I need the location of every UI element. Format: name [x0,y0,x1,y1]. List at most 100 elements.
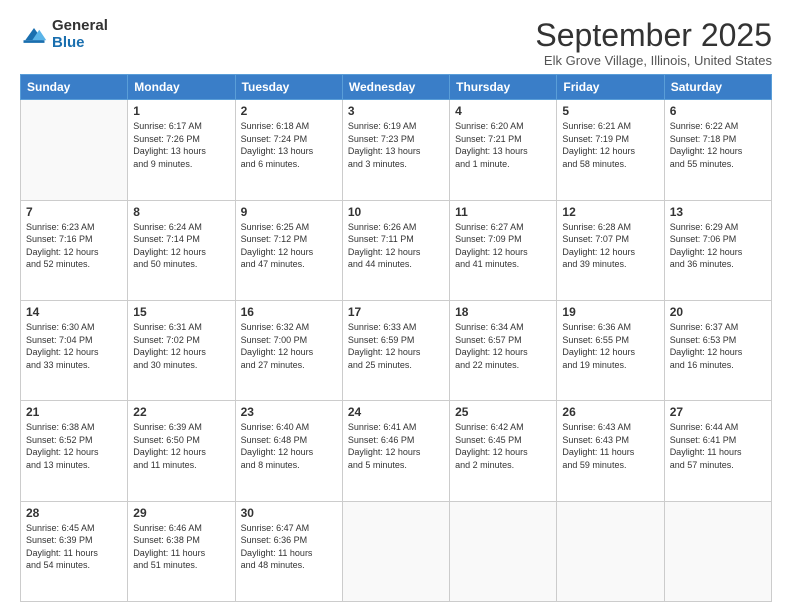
table-row: 8 Sunrise: 6:24 AMSunset: 7:14 PMDaylight… [128,200,235,300]
day-number: 3 [348,104,444,118]
day-info: Sunrise: 6:28 AMSunset: 7:07 PMDaylight:… [562,221,658,271]
day-info: Sunrise: 6:18 AMSunset: 7:24 PMDaylight:… [241,120,337,170]
day-number: 26 [562,405,658,419]
day-info: Sunrise: 6:40 AMSunset: 6:48 PMDaylight:… [241,421,337,471]
table-row: 21 Sunrise: 6:38 AMSunset: 6:52 PMDayligh… [21,401,128,501]
table-row: 5 Sunrise: 6:21 AMSunset: 7:19 PMDaylight… [557,100,664,200]
table-row: 22 Sunrise: 6:39 AMSunset: 6:50 PMDayligh… [128,401,235,501]
table-row: 14 Sunrise: 6:30 AMSunset: 7:04 PMDayligh… [21,300,128,400]
day-number: 19 [562,305,658,319]
day-number: 28 [26,506,122,520]
header-monday: Monday [128,75,235,100]
day-number: 18 [455,305,551,319]
day-info: Sunrise: 6:24 AMSunset: 7:14 PMDaylight:… [133,221,229,271]
table-row [450,501,557,601]
day-info: Sunrise: 6:26 AMSunset: 7:11 PMDaylight:… [348,221,444,271]
table-row: 11 Sunrise: 6:27 AMSunset: 7:09 PMDayligh… [450,200,557,300]
day-info: Sunrise: 6:43 AMSunset: 6:43 PMDaylight:… [562,421,658,471]
table-row: 7 Sunrise: 6:23 AMSunset: 7:16 PMDaylight… [21,200,128,300]
table-row: 9Sunrise: 6:25 AMSunset: 7:12 PMDaylight… [235,200,342,300]
logo-icon [20,21,48,49]
day-number: 24 [348,405,444,419]
day-number: 22 [133,405,229,419]
day-info: Sunrise: 6:39 AMSunset: 6:50 PMDaylight:… [133,421,229,471]
header-saturday: Saturday [664,75,771,100]
logo: General Blue [20,18,108,51]
day-number: 21 [26,405,122,419]
day-number: 10 [348,205,444,219]
day-number: 12 [562,205,658,219]
day-number: 20 [670,305,766,319]
table-row: 13 Sunrise: 6:29 AMSunset: 7:06 PMDayligh… [664,200,771,300]
table-row: 17 Sunrise: 6:33 AMSunset: 6:59 PMDayligh… [342,300,449,400]
table-row: 4 Sunrise: 6:20 AMSunset: 7:21 PMDaylight… [450,100,557,200]
logo-general-text: General [52,18,108,35]
table-row [664,501,771,601]
day-number: 27 [670,405,766,419]
day-number: 14 [26,305,122,319]
day-info: Sunrise: 6:31 AMSunset: 7:02 PMDaylight:… [133,321,229,371]
day-info: Sunrise: 6:42 AMSunset: 6:45 PMDaylight:… [455,421,551,471]
table-row [557,501,664,601]
calendar-header-row: Sunday Monday Tuesday Wednesday Thursday… [21,75,772,100]
header-thursday: Thursday [450,75,557,100]
table-row: 27Sunrise: 6:44 AMSunset: 6:41 PMDayligh… [664,401,771,501]
table-row: 28 Sunrise: 6:45 AMSunset: 6:39 PMDayligh… [21,501,128,601]
day-info: Sunrise: 6:17 AMSunset: 7:26 PMDaylight:… [133,120,229,170]
header-sunday: Sunday [21,75,128,100]
day-info: Sunrise: 6:20 AMSunset: 7:21 PMDaylight:… [455,120,551,170]
day-info: Sunrise: 6:21 AMSunset: 7:19 PMDaylight:… [562,120,658,170]
day-number: 6 [670,104,766,118]
day-number: 29 [133,506,229,520]
table-row: 18Sunrise: 6:34 AMSunset: 6:57 PMDayligh… [450,300,557,400]
day-info: Sunrise: 6:46 AMSunset: 6:38 PMDaylight:… [133,522,229,572]
table-row: 16 Sunrise: 6:32 AMSunset: 7:00 PMDayligh… [235,300,342,400]
day-info: Sunrise: 6:22 AMSunset: 7:18 PMDaylight:… [670,120,766,170]
day-number: 15 [133,305,229,319]
day-number: 9 [241,205,337,219]
table-row: 23Sunrise: 6:40 AMSunset: 6:48 PMDayligh… [235,401,342,501]
calendar-table: Sunday Monday Tuesday Wednesday Thursday… [20,74,772,602]
table-row: 25 Sunrise: 6:42 AMSunset: 6:45 PMDayligh… [450,401,557,501]
table-row [21,100,128,200]
header-tuesday: Tuesday [235,75,342,100]
day-info: Sunrise: 6:19 AMSunset: 7:23 PMDaylight:… [348,120,444,170]
day-number: 7 [26,205,122,219]
day-info: Sunrise: 6:47 AMSunset: 6:36 PMDaylight:… [241,522,337,572]
table-row: 15 Sunrise: 6:31 AMSunset: 7:02 PMDayligh… [128,300,235,400]
day-info: Sunrise: 6:38 AMSunset: 6:52 PMDaylight:… [26,421,122,471]
title-block: September 2025 Elk Grove Village, Illino… [535,18,772,68]
day-number: 5 [562,104,658,118]
header-friday: Friday [557,75,664,100]
day-number: 11 [455,205,551,219]
table-row: 2Sunrise: 6:18 AMSunset: 7:24 PMDaylight… [235,100,342,200]
table-row: 10 Sunrise: 6:26 AMSunset: 7:11 PMDayligh… [342,200,449,300]
table-row: 6 Sunrise: 6:22 AMSunset: 7:18 PMDaylight… [664,100,771,200]
calendar-title: September 2025 [535,18,772,53]
day-number: 17 [348,305,444,319]
table-row: 1 Sunrise: 6:17 AMSunset: 7:26 PMDaylight… [128,100,235,200]
day-info: Sunrise: 6:23 AMSunset: 7:16 PMDaylight:… [26,221,122,271]
table-row [342,501,449,601]
logo-blue-text: Blue [52,35,108,52]
day-number: 1 [133,104,229,118]
day-info: Sunrise: 6:32 AMSunset: 7:00 PMDaylight:… [241,321,337,371]
day-info: Sunrise: 6:30 AMSunset: 7:04 PMDaylight:… [26,321,122,371]
table-row: 24 Sunrise: 6:41 AMSunset: 6:46 PMDayligh… [342,401,449,501]
day-number: 13 [670,205,766,219]
day-info: Sunrise: 6:41 AMSunset: 6:46 PMDaylight:… [348,421,444,471]
day-info: Sunrise: 6:37 AMSunset: 6:53 PMDaylight:… [670,321,766,371]
day-number: 4 [455,104,551,118]
day-info: Sunrise: 6:29 AMSunset: 7:06 PMDaylight:… [670,221,766,271]
table-row: 3 Sunrise: 6:19 AMSunset: 7:23 PMDaylight… [342,100,449,200]
day-info: Sunrise: 6:45 AMSunset: 6:39 PMDaylight:… [26,522,122,572]
table-row: 19Sunrise: 6:36 AMSunset: 6:55 PMDayligh… [557,300,664,400]
day-number: 16 [241,305,337,319]
day-info: Sunrise: 6:27 AMSunset: 7:09 PMDaylight:… [455,221,551,271]
header-wednesday: Wednesday [342,75,449,100]
table-row: 20 Sunrise: 6:37 AMSunset: 6:53 PMDayligh… [664,300,771,400]
day-info: Sunrise: 6:33 AMSunset: 6:59 PMDaylight:… [348,321,444,371]
calendar-subtitle: Elk Grove Village, Illinois, United Stat… [535,53,772,68]
day-number: 25 [455,405,551,419]
day-number: 8 [133,205,229,219]
